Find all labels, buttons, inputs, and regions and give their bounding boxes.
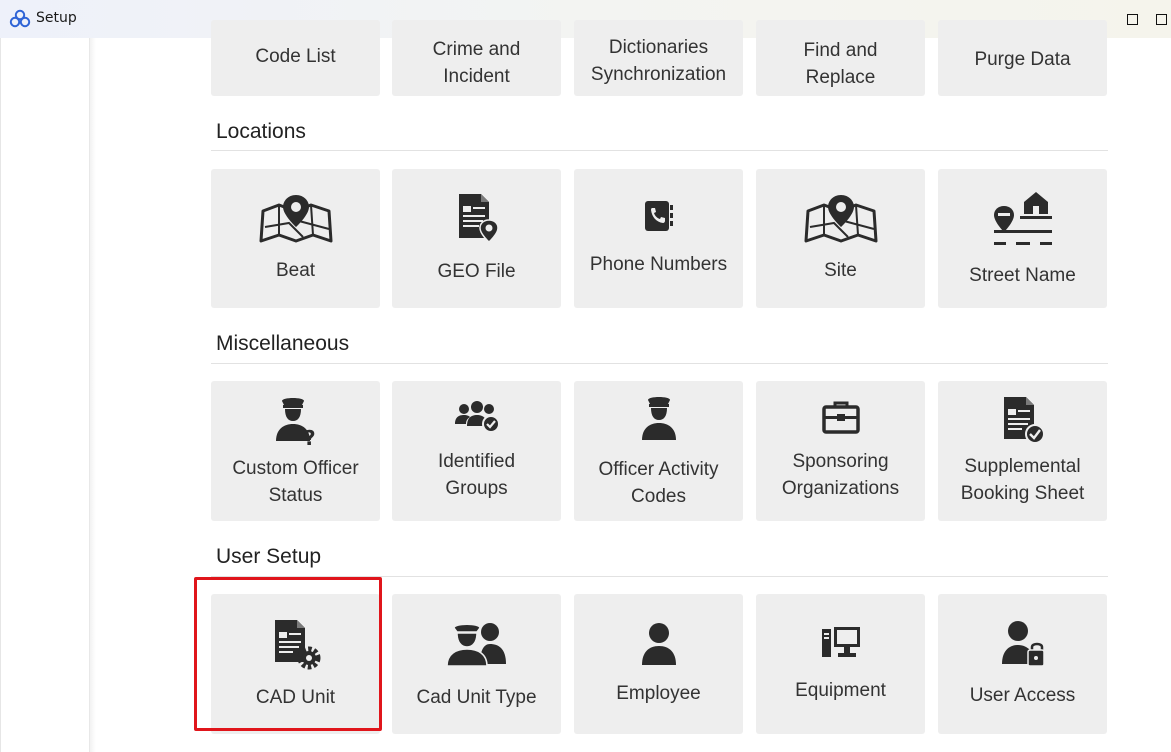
tile-label: Cad Unit Type: [416, 686, 537, 708]
tile-equipment[interactable]: Equipment: [756, 594, 925, 734]
maximize-icon: [1126, 13, 1138, 25]
tile-label: Find and Replace: [803, 40, 878, 88]
tile-identified-groups[interactable]: Identified Groups: [392, 381, 561, 521]
maximize-icon: [1155, 13, 1167, 25]
section-divider: [211, 576, 1108, 577]
tile-label: Phone Numbers: [589, 254, 728, 275]
tile-label: Code List: [255, 46, 336, 67]
tile-label: Beat: [275, 260, 316, 281]
tile-label: Custom Officer Status: [232, 458, 359, 506]
tile-sponsoring-organizations[interactable]: Sponsoring Organizations: [756, 381, 925, 521]
svg-text:?: ?: [304, 426, 316, 447]
map-pin-icon: [259, 193, 333, 243]
window-title: Setup: [36, 10, 77, 26]
tile-label: User Access: [969, 684, 1076, 706]
tile-label: CAD Unit: [255, 686, 336, 708]
app-logo-icon: [9, 9, 31, 29]
section-title-user-setup: User Setup: [216, 545, 322, 568]
phone-book-icon: [642, 199, 676, 233]
tile-dictionaries-synchronization[interactable]: Dictionaries Synchronization: [574, 20, 743, 96]
document-gear-icon: [271, 618, 321, 670]
tile-geo-file[interactable]: GEO File: [392, 169, 561, 308]
street-house-icon: [990, 188, 1056, 248]
tile-label: Officer Activity Codes: [598, 459, 719, 507]
tile-label: Identified Groups: [437, 451, 516, 499]
tile-label: Employee: [616, 682, 701, 704]
tile-label: Street Name: [969, 265, 1076, 286]
sidebar-divider: [90, 38, 96, 752]
user-lock-icon: [1001, 620, 1045, 668]
tile-label: GEO File: [437, 261, 516, 282]
user-icon: [641, 622, 677, 666]
section-divider: [211, 363, 1108, 364]
tile-crime-and-incident[interactable]: Crime and Incident: [392, 20, 561, 96]
document-pin-icon: [455, 192, 499, 244]
tile-label: Site: [824, 260, 857, 281]
briefcase-icon: [821, 400, 860, 434]
tile-beat[interactable]: Beat: [211, 169, 380, 308]
map-pin-icon: [804, 193, 878, 243]
section-title-locations: Locations: [216, 120, 306, 143]
tile-label: Purge Data: [974, 49, 1071, 70]
sidebar: [0, 38, 90, 752]
tile-label: Dictionaries Synchronization: [590, 37, 727, 85]
tile-purge-data[interactable]: Purge Data: [938, 20, 1107, 96]
tile-site[interactable]: Site: [756, 169, 925, 308]
officer-icon: [640, 392, 678, 442]
tile-officer-activity-codes[interactable]: Officer Activity Codes: [574, 381, 743, 521]
tile-find-and-replace[interactable]: Find and Replace: [756, 20, 925, 96]
document-check-icon: [1000, 395, 1046, 445]
tile-label: Crime and Incident: [432, 39, 521, 87]
tile-custom-officer-status[interactable]: ? Custom Officer Status: [211, 381, 380, 521]
section-title-miscellaneous: Miscellaneous: [216, 332, 350, 355]
tile-street-name[interactable]: Street Name: [938, 169, 1107, 308]
tile-code-list[interactable]: Code List: [211, 20, 380, 96]
tile-label: Supplemental Booking Sheet: [960, 456, 1085, 504]
tile-phone-numbers[interactable]: Phone Numbers: [574, 169, 743, 308]
tile-label: Equipment: [795, 679, 886, 701]
maximize-button-2[interactable]: [1141, 0, 1171, 38]
tile-employee[interactable]: Employee: [574, 594, 743, 734]
tile-cad-unit[interactable]: CAD Unit: [211, 594, 380, 734]
group-check-icon: [454, 400, 500, 432]
tile-supplemental-booking-sheet[interactable]: Supplemental Booking Sheet: [938, 381, 1107, 521]
tile-user-access[interactable]: User Access: [938, 594, 1107, 734]
officer-question-icon: ?: [274, 393, 318, 447]
tile-cad-unit-type[interactable]: Cad Unit Type: [392, 594, 561, 734]
section-divider: [211, 150, 1108, 151]
computer-icon: [820, 625, 862, 659]
officers-group-icon: [445, 618, 508, 668]
tile-label: Sponsoring Organizations: [781, 451, 900, 499]
